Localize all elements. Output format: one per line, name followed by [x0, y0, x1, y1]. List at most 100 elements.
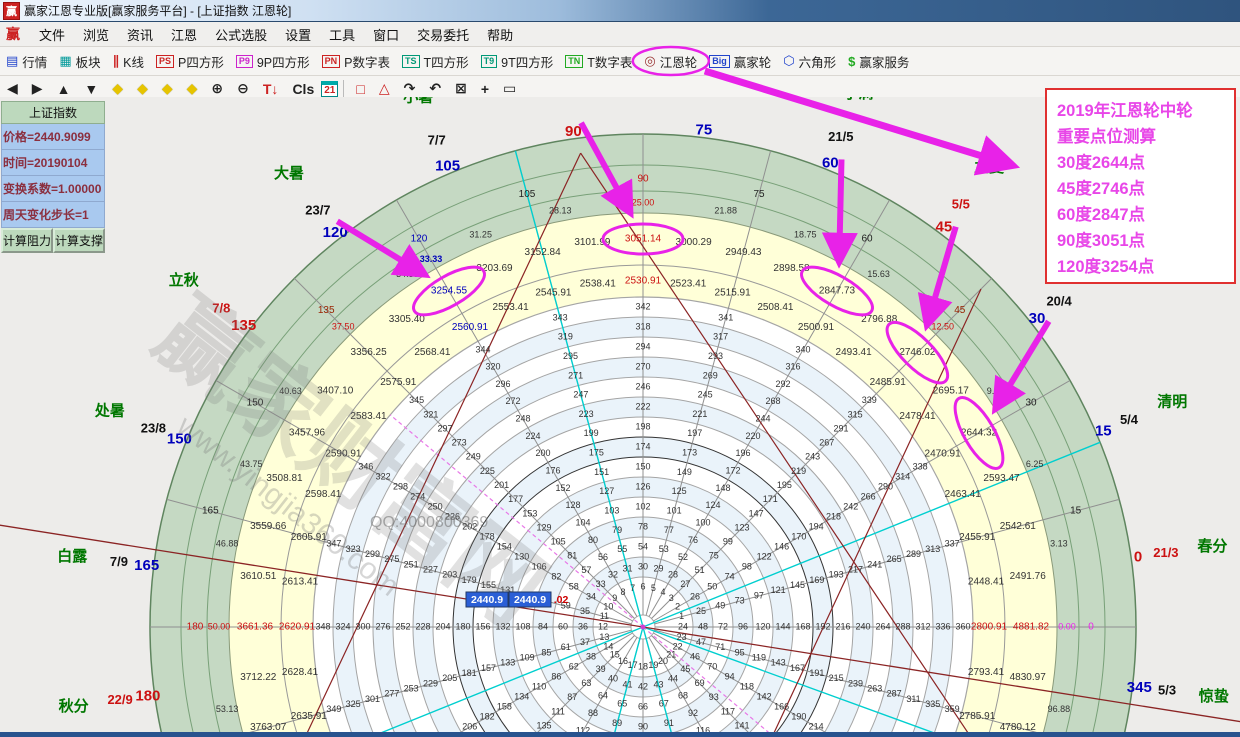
svg-text:265: 265 — [887, 554, 902, 564]
svg-text:4: 4 — [660, 587, 665, 597]
svg-text:2793.41: 2793.41 — [968, 667, 1005, 678]
tool-step-left[interactable]: ◆ — [105, 79, 130, 98]
tool-calendar[interactable]: 21 — [321, 81, 338, 97]
tool-square-tool[interactable]: □ — [349, 80, 371, 98]
svg-text:45: 45 — [680, 664, 690, 674]
toolbar-button-gann-wheel[interactable]: ◎江恩轮 — [638, 49, 703, 74]
svg-text:7/9: 7/9 — [110, 554, 128, 569]
window-title: 赢家江恩专业版[赢家服务平台] - [上证指数 江恩轮] — [24, 2, 291, 19]
svg-text:119: 119 — [752, 652, 766, 662]
tool-step-right[interactable]: ◆ — [130, 79, 155, 98]
svg-text:144: 144 — [775, 621, 790, 631]
svg-text:180: 180 — [455, 621, 470, 631]
sectors-icon: ▦ — [59, 53, 71, 69]
svg-text:33: 33 — [596, 579, 606, 589]
svg-text:297: 297 — [437, 423, 452, 433]
toolbar-button-hexagon[interactable]: ⬡六角形 — [777, 49, 842, 74]
toolbar-button-9t-square[interactable]: T99T四方形 — [475, 49, 560, 74]
menu-item-5[interactable]: 设置 — [276, 22, 320, 47]
tool-screen-tool[interactable]: ▭ — [496, 79, 523, 98]
toolbar-button-p-square[interactable]: PSP四方形 — [150, 49, 230, 74]
svg-text:37.50: 37.50 — [332, 322, 355, 332]
annotation-line-5: 90度3051点 — [1057, 228, 1228, 254]
menu-item-1[interactable]: 浏览 — [74, 22, 118, 47]
tool-rotate-ccw[interactable]: ↶ — [422, 79, 448, 98]
tool-expand-up[interactable]: ▲ — [50, 80, 78, 98]
gann-wheel-icon: ◎ — [644, 53, 655, 69]
tool-boxed-x[interactable]: ⊠ — [448, 79, 474, 98]
svg-text:22: 22 — [673, 641, 683, 651]
svg-text:134: 134 — [514, 691, 529, 701]
menu-item-0[interactable]: 文件 — [30, 22, 74, 47]
svg-text:2508.41: 2508.41 — [757, 302, 794, 313]
svg-text:81: 81 — [567, 551, 577, 561]
svg-text:145: 145 — [790, 580, 805, 590]
calc-support-button[interactable]: 计算支撑 — [53, 228, 105, 253]
tool-cls[interactable]: Cls — [285, 80, 321, 98]
svg-text:3.13: 3.13 — [1050, 539, 1068, 549]
svg-text:222: 222 — [635, 401, 650, 411]
svg-text:4881.82: 4881.82 — [1013, 622, 1050, 633]
svg-text:26: 26 — [690, 591, 700, 601]
svg-text:2523.41: 2523.41 — [670, 279, 707, 290]
svg-text:152: 152 — [555, 483, 570, 493]
t-square-icon: TS — [402, 55, 420, 68]
tool-zoom-out[interactable]: ⊖ — [230, 79, 256, 98]
svg-text:98: 98 — [742, 561, 752, 571]
svg-text:43: 43 — [653, 679, 663, 689]
tool-expand-down[interactable]: ▼ — [77, 80, 105, 98]
svg-text:77: 77 — [664, 525, 674, 535]
tool-triangle-tool[interactable]: △ — [372, 79, 397, 98]
svg-text:105: 105 — [551, 536, 566, 546]
menu-item-3[interactable]: 江恩 — [162, 22, 206, 47]
svg-text:108: 108 — [515, 621, 530, 631]
svg-text:180: 180 — [135, 688, 160, 705]
tool-step-up[interactable]: ◆ — [155, 79, 180, 98]
toolbar-button-sectors[interactable]: ▦板块 — [53, 49, 106, 74]
tool-resize-tool[interactable]: + — [474, 80, 496, 98]
svg-text:96.88: 96.88 — [1048, 704, 1071, 714]
toolbar-button-t-number-table[interactable]: TNT数字表 — [559, 49, 638, 74]
svg-text:7/7: 7/7 — [428, 132, 446, 147]
svg-text:128: 128 — [565, 500, 580, 510]
menu-item-4[interactable]: 公式选股 — [206, 22, 276, 47]
panel-field-2: 变换系数=1.00000 — [1, 176, 105, 202]
tool-rotate-cw[interactable]: ↷ — [397, 79, 423, 98]
menu-item-6[interactable]: 工具 — [320, 22, 364, 47]
menu-item-7[interactable]: 窗口 — [364, 22, 408, 47]
toolbar-button-t-square[interactable]: TST四方形 — [396, 49, 475, 74]
svg-text:2575.91: 2575.91 — [380, 377, 417, 388]
svg-text:3559.66: 3559.66 — [250, 521, 287, 532]
annotation-line-0: 2019年江恩轮中轮 — [1057, 98, 1228, 124]
svg-text:94: 94 — [725, 671, 735, 681]
svg-text:56: 56 — [598, 552, 608, 562]
tool-zoom-in[interactable]: ⊕ — [204, 79, 230, 98]
svg-text:290: 290 — [878, 481, 893, 491]
toolbar-button-9p-square[interactable]: P99P四方形 — [230, 49, 316, 74]
svg-text:239: 239 — [848, 678, 863, 688]
svg-text:143: 143 — [771, 658, 786, 668]
svg-text:80: 80 — [588, 535, 598, 545]
tool-t-down[interactable]: T↓ — [256, 80, 286, 98]
svg-text:201: 201 — [494, 480, 509, 490]
app-logo-icon: 赢 — [3, 2, 20, 20]
tool-back[interactable]: ◀ — [0, 79, 25, 98]
tool-forward[interactable]: ▶ — [25, 79, 50, 98]
menu-item-2[interactable]: 资讯 — [118, 22, 162, 47]
toolbar-button-winner-service[interactable]: $赢家服务 — [842, 49, 915, 74]
toolbar-button-winner-wheel[interactable]: Big赢家轮 — [703, 49, 777, 74]
svg-text:216: 216 — [835, 621, 850, 631]
menu-item-9[interactable]: 帮助 — [478, 22, 522, 47]
svg-text:246: 246 — [635, 381, 650, 391]
svg-text:123: 123 — [734, 522, 749, 532]
svg-text:120: 120 — [755, 621, 770, 631]
svg-text:3712.22: 3712.22 — [240, 672, 277, 683]
tool-step-down[interactable]: ◆ — [180, 79, 205, 98]
toolbar-button-p-number-table[interactable]: PNP数字表 — [316, 49, 396, 74]
calc-resistance-button[interactable]: 计算阻力 — [1, 228, 53, 253]
svg-text:266: 266 — [861, 491, 876, 501]
menu-item-8[interactable]: 交易委托 — [408, 22, 478, 47]
toolbar-button-kline[interactable]: ∥K线 — [107, 49, 150, 74]
toolbar-button-quotes[interactable]: ▤行情 — [0, 49, 53, 74]
menu-logo-icon: 赢 — [6, 24, 20, 44]
